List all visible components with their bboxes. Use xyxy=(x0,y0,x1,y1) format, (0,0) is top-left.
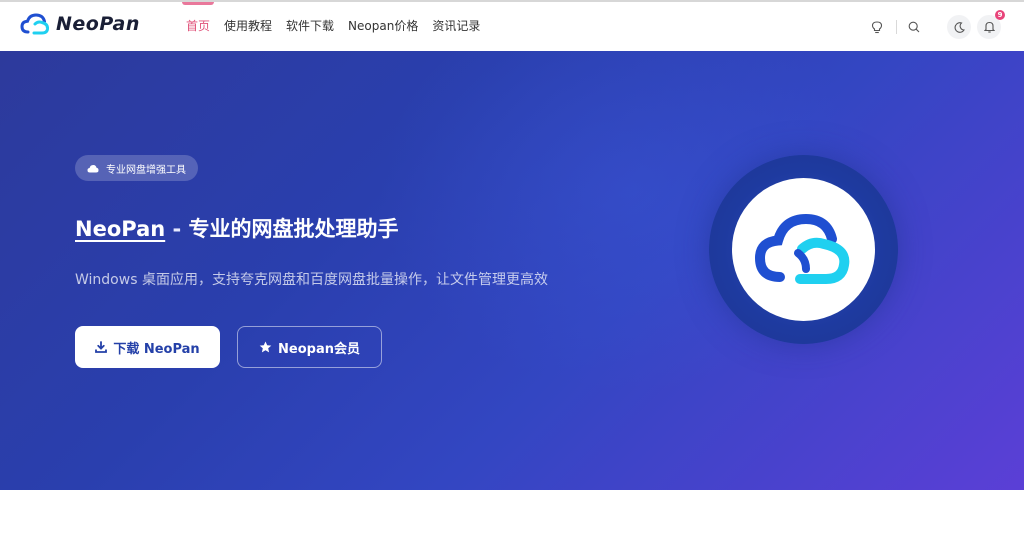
hero-subtitle: Windows 桌面应用，支持夸克网盘和百度网盘批量操作，让文件管理更高效 xyxy=(75,272,548,288)
hero-tag: 专业网盘增强工具 xyxy=(75,155,198,181)
download-icon xyxy=(95,341,108,353)
site-logo[interactable]: NeoPan xyxy=(20,13,140,35)
search-icon[interactable] xyxy=(903,16,925,38)
hero-title-separator: - xyxy=(165,217,189,241)
header-divider xyxy=(896,20,897,34)
hero-title: NeoPan - 专业的网盘批处理助手 xyxy=(75,213,399,243)
member-button[interactable]: Neopan会员 xyxy=(237,326,382,368)
hero-section: 专业网盘增强工具 NeoPan - 专业的网盘批处理助手 Windows 桌面应… xyxy=(0,51,1024,490)
notification-badge: 9 xyxy=(995,10,1005,20)
nav-item-tutorials[interactable]: 使用教程 xyxy=(224,2,272,51)
hero-tag-label: 专业网盘增强工具 xyxy=(106,164,186,176)
hero-logo-ring xyxy=(709,155,898,344)
cloud-logo-icon xyxy=(20,13,50,35)
star-icon xyxy=(259,341,272,353)
moon-icon[interactable] xyxy=(947,15,971,39)
nav-item-download[interactable]: 软件下载 xyxy=(286,2,334,51)
nav-item-news[interactable]: 资讯记录 xyxy=(432,2,480,51)
hero-title-brand[interactable]: NeoPan xyxy=(75,217,165,241)
brand-name: NeoPan xyxy=(56,13,140,35)
main-nav: 首页 使用教程 软件下载 Neopan价格 资讯记录 xyxy=(181,2,494,51)
cloud-icon xyxy=(87,164,99,172)
nav-item-pricing[interactable]: Neopan价格 xyxy=(348,2,418,51)
member-button-label: Neopan会员 xyxy=(278,341,360,357)
top-navbar: NeoPan 首页 使用教程 软件下载 Neopan价格 资讯记录 9 xyxy=(0,0,1024,51)
nav-item-home[interactable]: 首页 xyxy=(181,2,215,51)
hero-logo-badge xyxy=(732,178,875,321)
lightbulb-icon[interactable] xyxy=(866,16,888,38)
download-button[interactable]: 下载 NeoPan xyxy=(75,326,220,368)
cloud-logo-icon xyxy=(754,213,849,284)
content-area xyxy=(0,490,1024,536)
download-button-label: 下载 NeoPan xyxy=(113,341,200,357)
hero-title-text: 专业的网盘批处理助手 xyxy=(188,217,399,241)
bell-icon[interactable]: 9 xyxy=(977,10,1005,39)
